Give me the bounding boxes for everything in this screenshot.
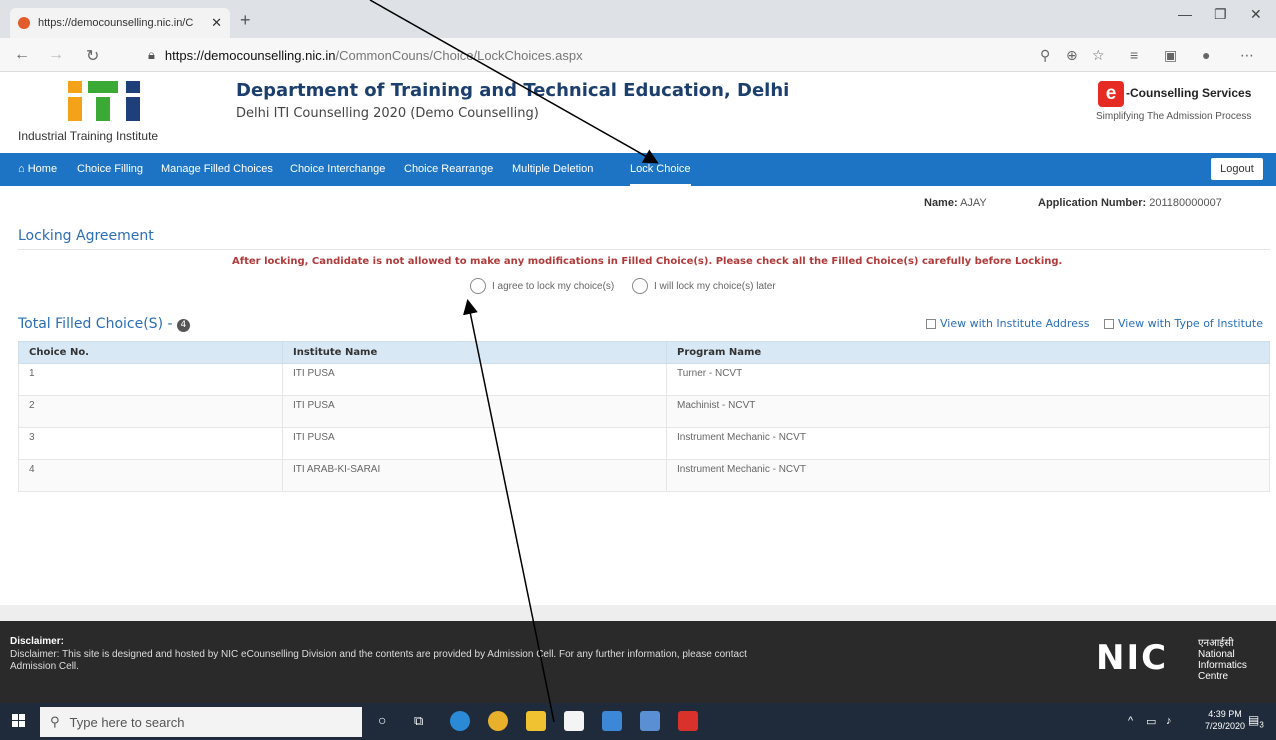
screen: https://democounselling.nic.in/C ✕ + — ❐… — [0, 0, 1276, 740]
annotation-arrows — [369, 0, 659, 723]
arrow-to-lock-choice — [369, 0, 659, 164]
arrow-to-agree-radio — [463, 299, 555, 723]
